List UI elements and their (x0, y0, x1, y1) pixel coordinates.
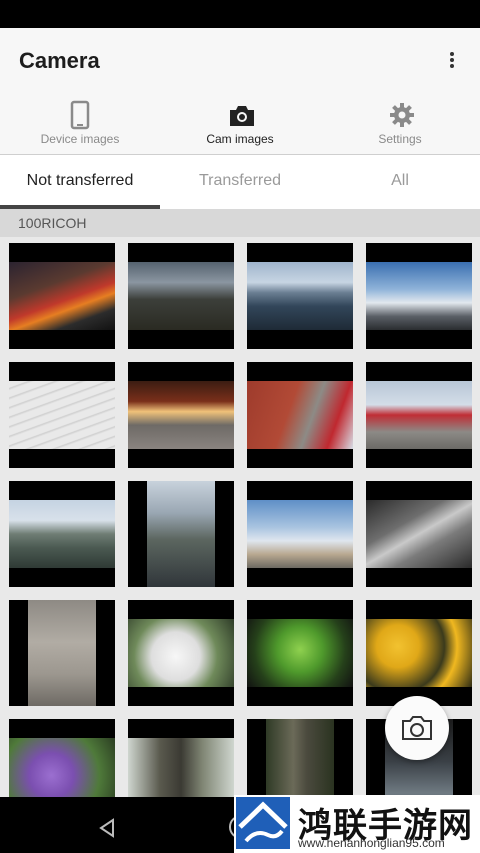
thumbnail-bridge-railing-sky[interactable] (366, 243, 472, 349)
thumbnail-red-railing-stairs[interactable] (247, 362, 353, 468)
thumbnail-tree-trunks[interactable] (128, 719, 234, 797)
thumbnail-shrine-lanterns-night[interactable] (128, 362, 234, 468)
more-options-icon[interactable] (444, 50, 460, 74)
thumbnail-tunnel-portrait[interactable] (128, 481, 234, 587)
thumbnail-snowy-steps[interactable] (9, 362, 115, 468)
folder-name: 100RICOH (18, 215, 87, 231)
thumbnail-green-maple-leaves[interactable] (247, 600, 353, 706)
thumbnail-red-bridge[interactable] (366, 362, 472, 468)
thumbnail-purple-flowers[interactable] (9, 719, 115, 797)
thumbnail-river-boats[interactable] (9, 481, 115, 587)
transfer-tabs: Not transferred Transferred All (0, 155, 480, 209)
watermark-url: www.henanhonglian95.com (298, 836, 445, 850)
watermark-logo-icon (236, 797, 290, 849)
thumbnail-yellow-flowers[interactable] (366, 600, 472, 706)
camera-icon (402, 716, 432, 740)
thumbnail-street-lamp-tower[interactable] (247, 481, 353, 587)
nav-settings[interactable]: Settings (320, 94, 480, 154)
thumbnail-waterfront-buildings-dusk[interactable] (128, 243, 234, 349)
folder-header: 100RICOH (0, 209, 480, 237)
camera-shutter-button[interactable] (385, 696, 449, 760)
gear-icon (390, 103, 414, 127)
back-icon[interactable] (98, 818, 116, 838)
nav-cam-images-label: Cam images (206, 132, 274, 146)
top-navigation: Device images Cam images Settings (0, 94, 480, 155)
tab-transferred[interactable]: Transferred (160, 155, 320, 209)
nav-device-images[interactable]: Device images (0, 94, 160, 154)
phone-icon (70, 100, 90, 130)
thumbnail-forest-tree[interactable] (247, 719, 353, 797)
status-bar (0, 0, 480, 28)
tab-not-transferred[interactable]: Not transferred (0, 155, 160, 209)
thumbnail-night-city-lights[interactable] (9, 243, 115, 349)
thumbnail-carved-wall[interactable] (9, 600, 115, 706)
nav-settings-label: Settings (378, 132, 422, 146)
camera-icon (230, 106, 254, 126)
thumbnail-white-flowers[interactable] (128, 600, 234, 706)
tab-all[interactable]: All (320, 155, 480, 209)
nav-device-images-label: Device images (40, 132, 120, 146)
app-title: Camera (19, 48, 100, 73)
thumbnail-rain-drops[interactable] (366, 481, 472, 587)
nav-cam-images[interactable]: Cam images (160, 94, 320, 154)
thumbnail-harbor-boats[interactable] (247, 243, 353, 349)
